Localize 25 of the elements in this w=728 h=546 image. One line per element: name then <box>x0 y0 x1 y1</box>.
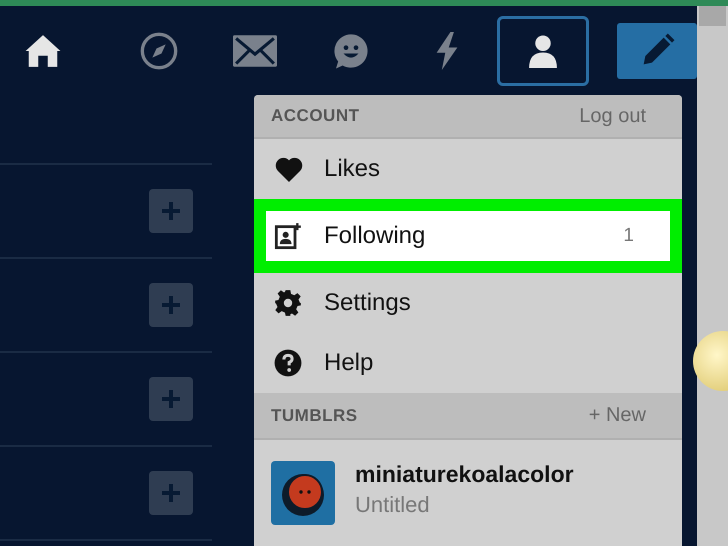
blog-name[interactable]: miniaturekoalacolor <box>355 461 574 488</box>
section-title: TUMBLRS <box>271 406 358 426</box>
mail-icon <box>232 34 277 66</box>
following-count: 1 <box>623 225 634 248</box>
account-button[interactable] <box>496 16 589 86</box>
menu-item[interactable]: Help <box>254 333 682 394</box>
plus-icon <box>161 295 181 315</box>
person-icon <box>526 34 559 68</box>
plus-icon <box>161 201 181 221</box>
compass-icon <box>139 30 179 70</box>
home-icon <box>24 32 62 68</box>
person-card-icon <box>274 222 302 250</box>
menu-item[interactable]: Following 1 <box>254 198 682 274</box>
section-title: ACCOUNT <box>271 106 360 126</box>
menu-item[interactable]: Likes <box>254 139 682 199</box>
blog-subtitle: Untitled <box>355 492 431 518</box>
gear-icon <box>274 289 302 318</box>
plus-icon <box>161 389 181 409</box>
plus-icon <box>161 483 181 503</box>
heart-icon <box>274 156 304 182</box>
scroll-thumb[interactable] <box>699 6 726 26</box>
help-icon <box>274 349 302 378</box>
menu-item[interactable]: Settings <box>254 273 682 334</box>
blog-avatar <box>271 461 335 525</box>
compose-button[interactable] <box>616 22 697 78</box>
